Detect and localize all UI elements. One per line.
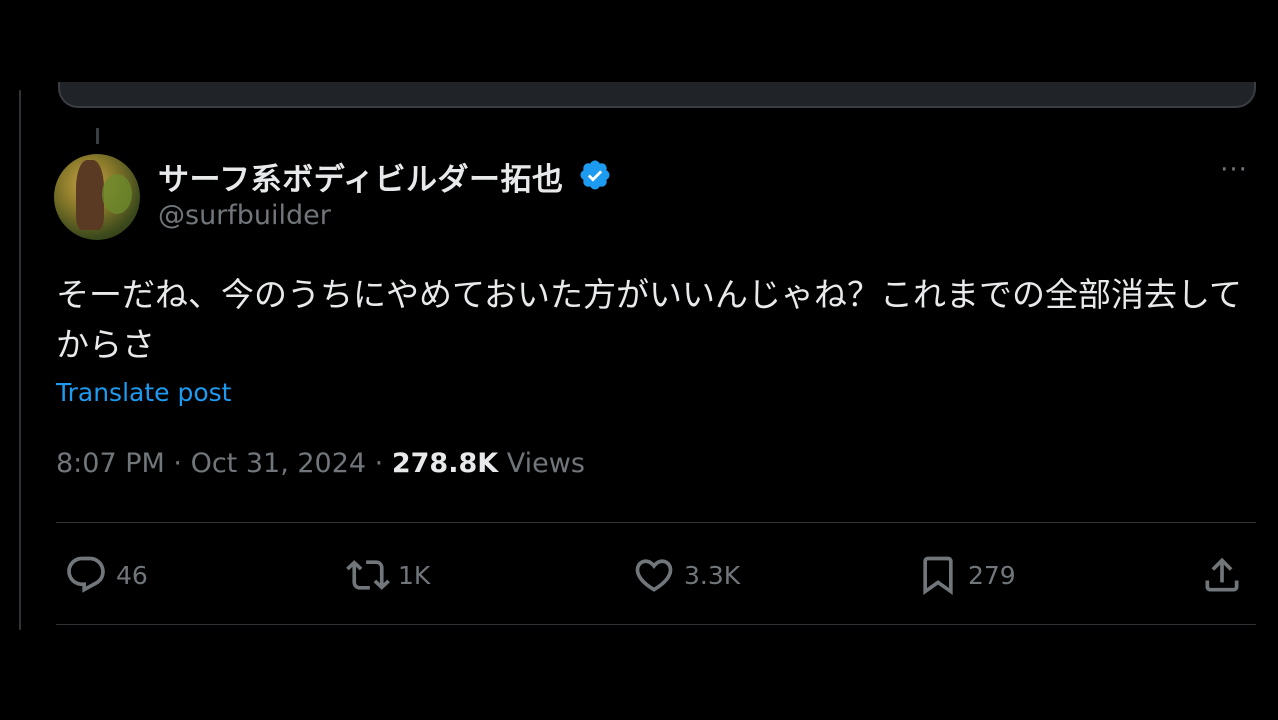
share-button[interactable] bbox=[1200, 552, 1252, 598]
meta-separator: · bbox=[374, 448, 384, 479]
share-icon bbox=[1205, 557, 1239, 592]
views-label: Views bbox=[506, 448, 585, 479]
translate-post-link[interactable]: Translate post bbox=[56, 378, 231, 407]
heart-icon bbox=[635, 559, 673, 592]
divider bbox=[56, 624, 1256, 625]
user-handle[interactable]: @surfbuilder bbox=[158, 200, 331, 231]
thread-connector-line bbox=[96, 128, 99, 144]
retweet-icon bbox=[346, 560, 390, 590]
tweet-text: そーだね、今のうちにやめておいた方がいいんじゃね？これまでの全部消去してからさ bbox=[56, 275, 1243, 364]
divider bbox=[56, 522, 1256, 523]
avatar-figure bbox=[76, 160, 104, 230]
avatar-foliage bbox=[102, 174, 132, 214]
like-count: 3.3K bbox=[684, 560, 741, 590]
bookmark-button[interactable]: 279 bbox=[916, 552, 1016, 598]
retweet-button[interactable]: 1K bbox=[346, 552, 430, 598]
verified-badge-icon[interactable] bbox=[578, 158, 612, 192]
reply-button[interactable]: 46 bbox=[64, 552, 148, 598]
thread-left-rule bbox=[19, 90, 21, 630]
tweet-time[interactable]: 8:07 PM bbox=[56, 448, 165, 479]
reply-count: 46 bbox=[116, 560, 148, 590]
more-icon[interactable]: ··· bbox=[1216, 157, 1252, 190]
bookmark-count: 279 bbox=[968, 560, 1016, 590]
views-count: 278.8K bbox=[391, 448, 499, 479]
tweet-date[interactable]: Oct 31, 2024 bbox=[191, 448, 367, 479]
retweet-count: 1K bbox=[398, 560, 431, 590]
previous-card-edge bbox=[58, 82, 1256, 108]
bookmark-icon bbox=[923, 556, 953, 596]
avatar[interactable] bbox=[54, 154, 140, 240]
tweet-meta: 8:07 PM · Oct 31, 2024 · 278.8K Views bbox=[56, 448, 585, 479]
reply-icon bbox=[67, 556, 105, 593]
display-name[interactable]: サーフ系ボディビルダー拓也 bbox=[158, 154, 563, 199]
like-button[interactable]: 3.3K bbox=[632, 552, 740, 598]
meta-separator: · bbox=[173, 448, 182, 479]
